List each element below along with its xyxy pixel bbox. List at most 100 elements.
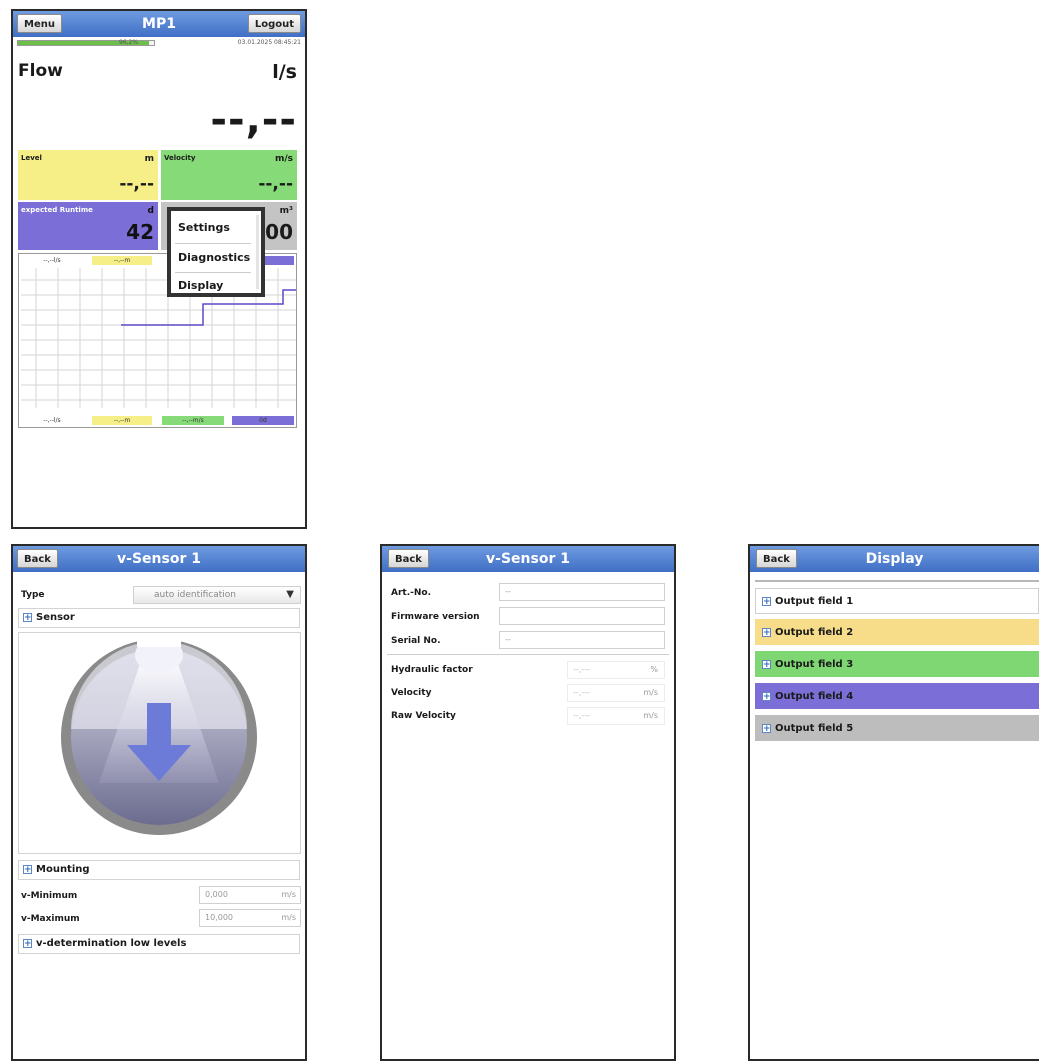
chart-chip-level-bottom: --,--m bbox=[92, 416, 152, 425]
divider bbox=[387, 654, 669, 655]
chart-chip-runtime-bottom: 0d bbox=[232, 416, 294, 425]
output-field-3[interactable]: + Output field 3 bbox=[755, 651, 1039, 677]
type-select[interactable]: auto identification ▼ bbox=[133, 586, 301, 604]
firmware-field bbox=[499, 607, 665, 625]
logout-button[interactable]: Logout bbox=[247, 14, 301, 33]
velocity-unit: m/s bbox=[643, 688, 658, 697]
firmware-label: Firmware version bbox=[391, 612, 480, 622]
expand-plus-icon: + bbox=[762, 659, 771, 670]
menu-item-diagnostics[interactable]: Diagnostics bbox=[178, 251, 250, 264]
progress-text: 96,2% bbox=[119, 39, 139, 46]
tile-label: Velocity bbox=[164, 154, 196, 162]
main-menu-popup: Settings Diagnostics Display bbox=[167, 207, 265, 297]
back-button[interactable]: Back bbox=[388, 549, 429, 568]
output-field-label: Output field 2 bbox=[775, 627, 854, 638]
serial-label: Serial No. bbox=[391, 636, 441, 646]
output-field-label: Output field 1 bbox=[775, 596, 854, 607]
tile-value: 42 bbox=[126, 220, 154, 244]
low-levels-section[interactable]: + v-determination low levels bbox=[18, 934, 300, 954]
level-tile[interactable]: Level m --,-- bbox=[18, 150, 158, 200]
art-no-field: -- bbox=[499, 583, 665, 601]
output-field-5[interactable]: + Output field 5 bbox=[755, 715, 1039, 741]
section-label: Sensor bbox=[36, 612, 75, 623]
hydraulic-factor-label: Hydraulic factor bbox=[391, 665, 473, 675]
menu-scrollbar[interactable] bbox=[256, 215, 259, 289]
vmax-input[interactable]: 10,000 m/s bbox=[199, 909, 301, 927]
title-bar: v-Sensor 1 Back bbox=[382, 546, 674, 572]
tile-unit: m³ bbox=[279, 206, 293, 216]
output-field-1[interactable]: + Output field 1 bbox=[755, 588, 1039, 614]
expand-plus-icon: + bbox=[762, 627, 771, 638]
tile-unit: m bbox=[144, 154, 154, 164]
hydraulic-factor-unit: % bbox=[650, 665, 658, 674]
menu-item-display[interactable]: Display bbox=[178, 279, 223, 292]
flow-unit: l/s bbox=[272, 61, 297, 83]
vsensor-settings-screen: v-Sensor 1 Back Type auto identification… bbox=[11, 544, 307, 1061]
sensor-section[interactable]: + Sensor bbox=[18, 608, 300, 628]
back-button[interactable]: Back bbox=[756, 549, 797, 568]
output-field-label: Output field 3 bbox=[775, 659, 854, 670]
tile-label: Level bbox=[21, 154, 42, 162]
menu-item-settings[interactable]: Settings bbox=[178, 221, 230, 234]
velocity-tile[interactable]: Velocity m/s --,-- bbox=[161, 150, 297, 200]
vmax-unit: m/s bbox=[281, 913, 296, 922]
title-bar: MP1 Menu Logout bbox=[13, 11, 305, 37]
vmax-label: v-Maximum bbox=[21, 914, 80, 924]
velocity-label: Velocity bbox=[391, 688, 432, 698]
raw-velocity-field: --,--- m/s bbox=[567, 707, 665, 725]
chart-chip-level: --,--m bbox=[92, 256, 152, 265]
divider bbox=[755, 580, 1039, 582]
output-field-2[interactable]: + Output field 2 bbox=[755, 619, 1039, 645]
menu-divider bbox=[175, 243, 251, 244]
menu-button[interactable]: Menu bbox=[17, 14, 62, 33]
expand-plus-icon: + bbox=[762, 723, 771, 734]
hydraulic-factor-field: --,--- % bbox=[567, 661, 665, 679]
output-field-label: Output field 5 bbox=[775, 723, 854, 734]
chart-chip-flow-bottom: --,--l/s bbox=[22, 416, 82, 425]
expand-plus-icon: + bbox=[23, 864, 32, 875]
type-label: Type bbox=[21, 590, 45, 600]
art-no-label: Art.-No. bbox=[391, 588, 431, 598]
art-no-value: -- bbox=[505, 587, 511, 596]
runtime-tile[interactable]: expected Runtime d 42 bbox=[18, 202, 158, 250]
status-row: 96,2% 03.01.2025 08:45:21 bbox=[13, 39, 305, 48]
tile-value: --,-- bbox=[258, 174, 293, 194]
flow-value: --,-- bbox=[210, 97, 297, 143]
tile-unit: m/s bbox=[274, 154, 293, 164]
main-screen: MP1 Menu Logout 96,2% 03.01.2025 08:45:2… bbox=[11, 9, 307, 529]
chart-chip-velocity-bottom: --,--m/s bbox=[162, 416, 224, 425]
expand-plus-icon: + bbox=[23, 938, 32, 949]
raw-velocity-value: --,--- bbox=[573, 711, 590, 720]
sensor-illustration bbox=[61, 633, 257, 835]
tile-value: --,-- bbox=[119, 174, 154, 194]
type-select-value: auto identification bbox=[154, 590, 236, 600]
expand-plus-icon: + bbox=[23, 612, 32, 623]
section-label: v-determination low levels bbox=[36, 938, 187, 949]
sensor-image-panel bbox=[18, 632, 301, 854]
back-button[interactable]: Back bbox=[17, 549, 58, 568]
mounting-section[interactable]: + Mounting bbox=[18, 860, 300, 880]
velocity-value: --,--- bbox=[573, 688, 590, 697]
raw-velocity-unit: m/s bbox=[643, 711, 658, 720]
title-bar: v-Sensor 1 Back bbox=[13, 546, 305, 572]
tile-unit: d bbox=[147, 206, 154, 216]
hydraulic-factor-value: --,--- bbox=[573, 665, 590, 674]
serial-field: -- bbox=[499, 631, 665, 649]
vmin-input[interactable]: 0,000 m/s bbox=[199, 886, 301, 904]
menu-divider bbox=[175, 272, 251, 273]
output-field-4[interactable]: + Output field 4 bbox=[755, 683, 1039, 709]
title-bar: Display Back bbox=[750, 546, 1039, 572]
flow-label: Flow bbox=[18, 61, 63, 81]
vmin-value: 0,000 bbox=[205, 890, 228, 899]
output-field-label: Output field 4 bbox=[775, 691, 854, 702]
vmax-value: 10,000 bbox=[205, 913, 233, 922]
vmin-label: v-Minimum bbox=[21, 891, 78, 901]
velocity-field: --,--- m/s bbox=[567, 684, 665, 702]
expand-plus-icon: + bbox=[762, 691, 771, 702]
vmin-unit: m/s bbox=[281, 890, 296, 899]
timestamp: 03.01.2025 08:45:21 bbox=[237, 39, 301, 46]
section-label: Mounting bbox=[36, 864, 90, 875]
vsensor-diagnostics-screen: v-Sensor 1 Back Art.-No. -- Firmware ver… bbox=[380, 544, 676, 1061]
expand-plus-icon: + bbox=[762, 596, 771, 607]
raw-velocity-label: Raw Velocity bbox=[391, 711, 456, 721]
